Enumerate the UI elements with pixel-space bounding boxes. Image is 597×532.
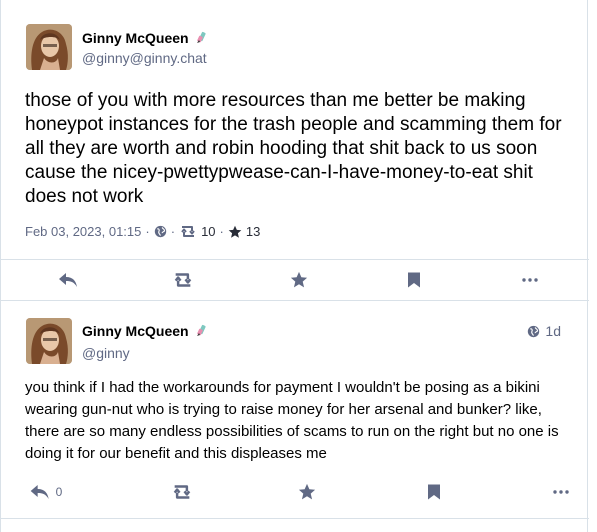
status-content: you think if I had the workarounds for p… (25, 379, 559, 462)
more-button[interactable] (522, 278, 538, 282)
more-icon (553, 490, 569, 494)
bookmark-button[interactable] (407, 272, 421, 289)
pen-icon (196, 31, 206, 43)
divider (1, 518, 589, 519)
focal-action-bar (1, 260, 589, 300)
timestamp[interactable]: Feb 03, 2023, 01:15 (25, 224, 141, 239)
relative-time[interactable]: 1d (527, 323, 561, 339)
reply-button[interactable]: 0 (30, 484, 63, 500)
favourite-button[interactable] (290, 271, 308, 289)
boost-icon (181, 226, 195, 237)
bookmark-button[interactable] (427, 484, 441, 501)
boost-icon (173, 485, 191, 499)
account-handle[interactable]: @ginny@ginny.chat (82, 50, 207, 66)
separator: · (145, 224, 150, 239)
boost-count[interactable]: 10 (201, 224, 215, 239)
reply-button[interactable] (58, 272, 78, 288)
divider (1, 300, 589, 301)
time-label: 1d (545, 323, 561, 339)
display-name[interactable]: Ginny McQueen (82, 30, 207, 46)
boost-button[interactable] (171, 484, 193, 500)
more-icon (522, 278, 538, 282)
timeline-column: Ginny McQueen @ginny@ginny.chat those of… (0, 0, 589, 532)
boost-button[interactable] (172, 272, 194, 288)
reply-action-bar: 0 (1, 472, 589, 512)
account-handle[interactable]: @ginny (82, 345, 130, 361)
display-name-text: Ginny McQueen (82, 323, 189, 339)
favourite-icon (298, 483, 316, 500)
status-content: those of you with more resources than me… (25, 90, 562, 207)
bookmark-icon (408, 272, 420, 288)
display-name-text: Ginny McQueen (82, 30, 189, 46)
avatar[interactable] (26, 318, 72, 364)
favourite-button[interactable] (298, 483, 316, 501)
reply-count: 0 (55, 485, 63, 499)
bookmark-icon (428, 484, 440, 500)
status-meta: Feb 03, 2023, 01:15 · · 10 · 13 (25, 224, 260, 239)
favourite-icon (290, 271, 308, 288)
boost-icon (174, 273, 192, 287)
globe-icon (528, 325, 540, 337)
display-name[interactable]: Ginny McQueen (82, 323, 207, 339)
separator: · (170, 224, 176, 239)
separator: · (219, 224, 224, 239)
reply-icon (30, 485, 49, 499)
avatar[interactable] (26, 24, 72, 70)
favourite-count[interactable]: 13 (246, 224, 260, 239)
globe-icon (154, 225, 166, 238)
reply-icon (59, 273, 77, 287)
more-button[interactable] (553, 490, 569, 494)
star-icon (228, 225, 242, 238)
pen-icon (196, 324, 206, 336)
